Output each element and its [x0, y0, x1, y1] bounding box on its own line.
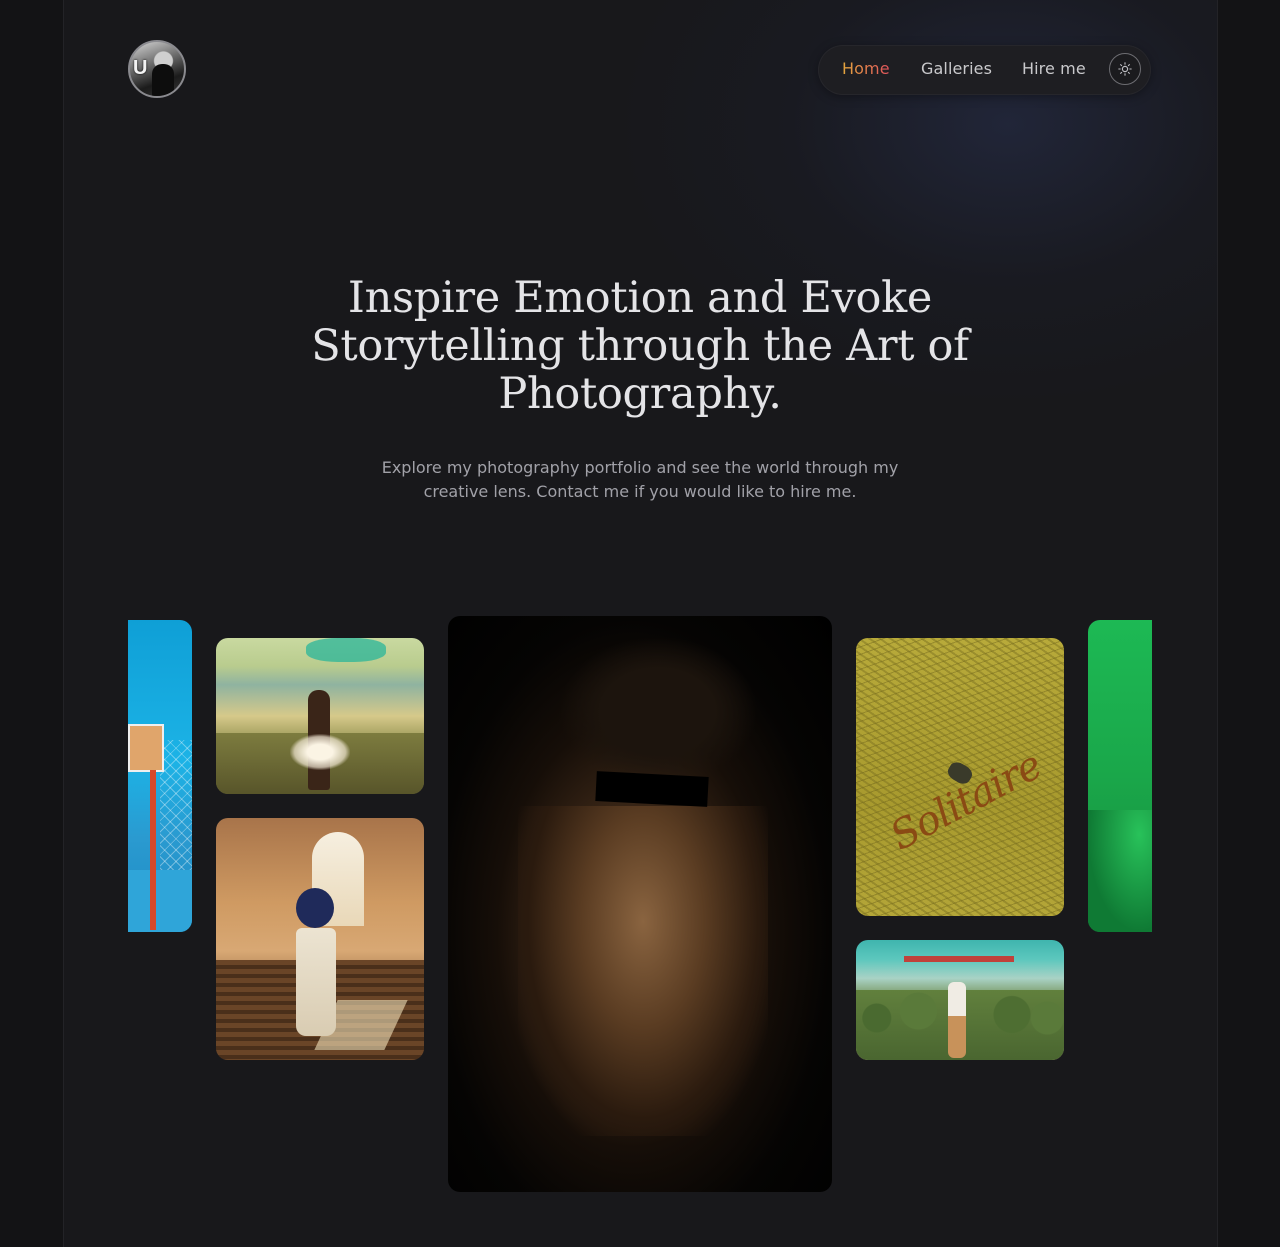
photo-detail: [904, 956, 1014, 962]
photo-detail: [595, 771, 709, 807]
nav-hire-me[interactable]: Hire me: [1022, 59, 1086, 78]
gallery-photo-window[interactable]: [216, 818, 424, 1060]
photo-script-text: Solitaire: [882, 742, 1050, 860]
avatar-monogram: U: [133, 57, 148, 79]
gallery-photo-green[interactable]: [1088, 620, 1152, 932]
hero-title: Inspire Emotion and Evoke Storytelling t…: [311, 273, 969, 419]
gallery-photo-field[interactable]: [216, 638, 424, 794]
gallery-photo-basketball[interactable]: [128, 620, 192, 932]
avatar[interactable]: U: [128, 40, 186, 98]
photo-detail: [948, 982, 966, 1058]
gallery-photo-solitaire[interactable]: Solitaire: [856, 638, 1064, 916]
photo-detail: [1088, 810, 1152, 932]
photo-detail: [160, 740, 192, 880]
gallery-photo-woman-field[interactable]: [856, 940, 1064, 1060]
photo-detail: [290, 734, 350, 770]
sun-icon: [1118, 62, 1132, 76]
photo-detail: [518, 806, 768, 1136]
hero-subtitle: Explore my photography portfolio and see…: [381, 458, 899, 501]
photo-detail: [150, 770, 156, 930]
photo-detail: [296, 888, 334, 928]
main-nav: Home Galleries Hire me: [818, 45, 1151, 95]
photo-detail: [296, 928, 336, 1036]
avatar-figure: [152, 64, 174, 96]
photo-detail: [306, 638, 386, 662]
photo-detail: [128, 870, 192, 932]
gallery-photo-portrait[interactable]: [448, 616, 832, 1192]
nav-galleries[interactable]: Galleries: [921, 59, 992, 78]
photo-detail: [128, 724, 164, 772]
theme-toggle-button[interactable]: [1109, 53, 1141, 85]
nav-home[interactable]: Home: [842, 59, 890, 78]
photo-detail: [558, 636, 758, 786]
